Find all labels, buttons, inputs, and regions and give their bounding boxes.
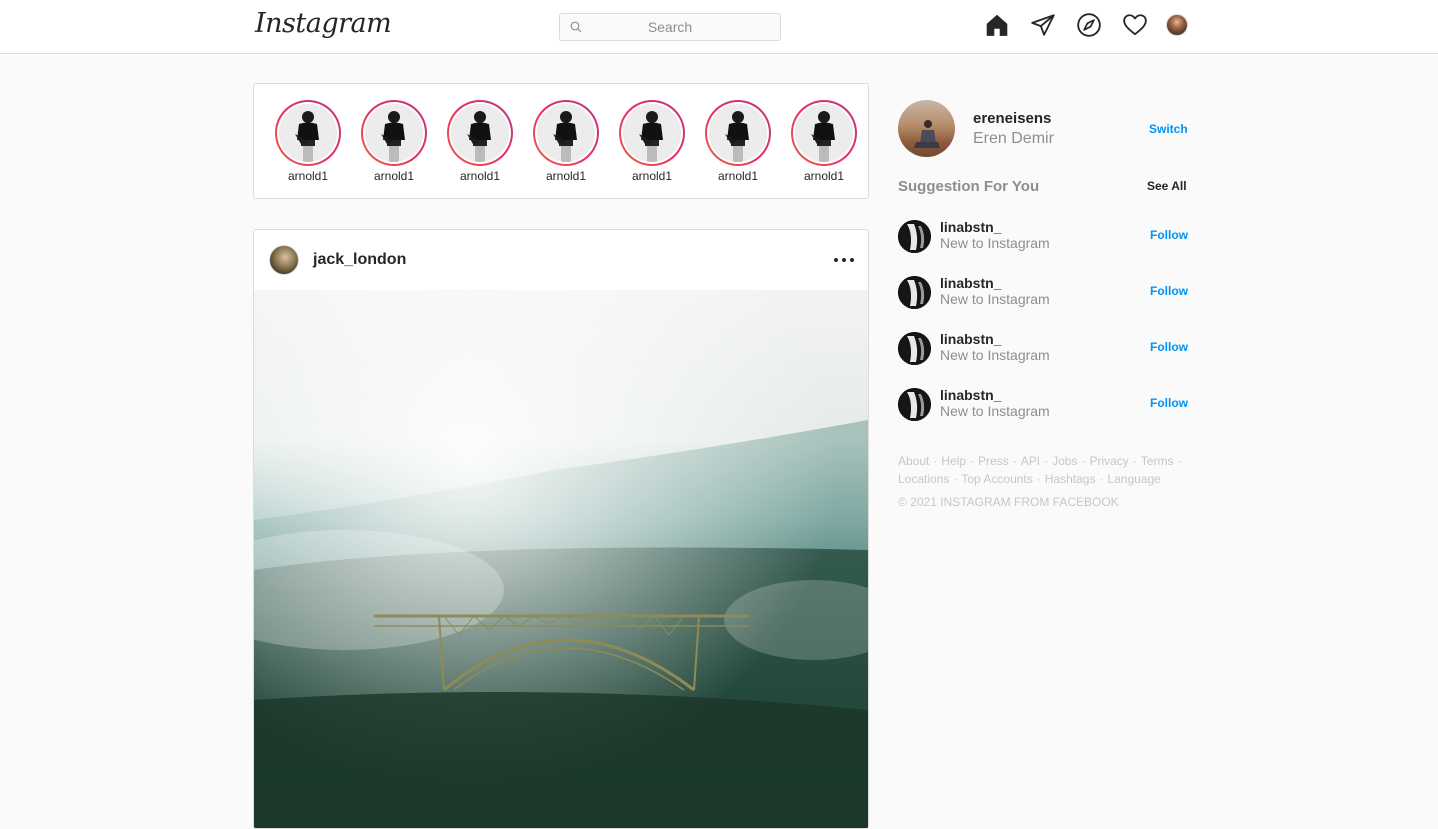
suggestion-avatar[interactable] xyxy=(898,276,931,309)
post-header: jack_london xyxy=(254,230,868,290)
post-author-username[interactable]: jack_london xyxy=(313,251,406,269)
suggestion-subtitle: New to Instagram xyxy=(940,291,1050,307)
follow-button[interactable]: Follow xyxy=(1150,284,1188,298)
footer-links: About · Help · Press · API · Jobs · Privacy · Terms ·… xyxy=(898,454,1182,486)
follow-button[interactable]: Follow xyxy=(1150,340,1188,354)
switch-account-button[interactable]: Switch xyxy=(1149,122,1188,136)
story-item[interactable]: arnold1 xyxy=(360,100,428,183)
compass-icon[interactable] xyxy=(1076,12,1102,38)
more-dots-icon[interactable] xyxy=(832,252,856,268)
suggestion-subtitle: New to Instagram xyxy=(940,347,1050,363)
suggestion-subtitle: New to Instagram xyxy=(940,403,1050,419)
suggestion-username[interactable]: linabstn_ xyxy=(940,275,1001,291)
story-username: arnold1 xyxy=(631,169,673,183)
see-all-button[interactable]: See All xyxy=(1147,179,1187,193)
story-avatar xyxy=(365,104,423,162)
current-user-username[interactable]: ereneisens xyxy=(973,110,1051,127)
suggestion-subtitle: New to Instagram xyxy=(940,235,1050,251)
paper-plane-icon[interactable] xyxy=(1030,12,1056,38)
footer-link-top-accounts[interactable]: Top Accounts xyxy=(961,472,1032,486)
footer-link-privacy[interactable]: Privacy xyxy=(1089,454,1128,468)
story-avatar xyxy=(537,104,595,162)
instagram-logo[interactable]: Instagram xyxy=(255,8,392,39)
search-icon xyxy=(570,21,582,33)
footer-link-press[interactable]: Press xyxy=(978,454,1009,468)
story-avatar xyxy=(623,104,681,162)
search-input[interactable] xyxy=(560,14,780,40)
post-image[interactable] xyxy=(254,290,868,828)
story-username: arnold1 xyxy=(545,169,587,183)
footer-link-locations[interactable]: Locations xyxy=(898,472,949,486)
follow-button[interactable]: Follow xyxy=(1150,396,1188,410)
top-navigation-bar: Instagram xyxy=(0,0,1438,54)
footer-link-api[interactable]: API xyxy=(1021,454,1040,468)
story-item[interactable]: arnold1 xyxy=(532,100,600,183)
profile-avatar[interactable] xyxy=(1166,14,1188,36)
story-username: arnold1 xyxy=(373,169,415,183)
post-author-avatar[interactable] xyxy=(269,245,299,275)
footer-link-help[interactable]: Help xyxy=(941,454,966,468)
story-avatar xyxy=(451,104,509,162)
story-item[interactable]: arnold1 xyxy=(446,100,514,183)
suggestion-item: linabstn_ New to Instagram Follow xyxy=(898,330,1188,370)
follow-button[interactable]: Follow xyxy=(1150,228,1188,242)
story-item[interactable]: arnold1 xyxy=(618,100,686,183)
story-item[interactable]: arnold1 xyxy=(704,100,772,183)
story-username: arnold1 xyxy=(717,169,759,183)
suggestion-avatar[interactable] xyxy=(898,332,931,365)
home-icon[interactable] xyxy=(984,12,1010,38)
story-item[interactable]: arnold1 xyxy=(790,100,858,183)
heart-icon[interactable] xyxy=(1122,12,1148,38)
footer-link-language[interactable]: Language xyxy=(1107,472,1160,486)
suggestion-avatar[interactable] xyxy=(898,220,931,253)
footer-link-terms[interactable]: Terms xyxy=(1141,454,1174,468)
suggestion-username[interactable]: linabstn_ xyxy=(940,387,1001,403)
feed-post: jack_london xyxy=(253,229,869,829)
stories-tray: arnold1 arnold1 arnold1 arnold1 arnold1 … xyxy=(253,83,869,199)
footer-link-about[interactable]: About xyxy=(898,454,929,468)
story-avatar xyxy=(795,104,853,162)
story-username: arnold1 xyxy=(287,169,329,183)
suggestion-username[interactable]: linabstn_ xyxy=(940,331,1001,347)
search-box[interactable] xyxy=(559,13,781,41)
story-username: arnold1 xyxy=(803,169,845,183)
story-username: arnold1 xyxy=(459,169,501,183)
copyright-text: © 2021 INSTAGRAM FROM FACEBOOK xyxy=(898,495,1119,509)
suggestion-username[interactable]: linabstn_ xyxy=(940,219,1001,235)
footer-link-jobs[interactable]: Jobs xyxy=(1052,454,1077,468)
suggestion-item: linabstn_ New to Instagram Follow xyxy=(898,386,1188,426)
suggestion-avatar[interactable] xyxy=(898,388,931,421)
suggestions-title: Suggestion For You xyxy=(898,178,1040,195)
story-avatar xyxy=(709,104,767,162)
story-avatar xyxy=(279,104,337,162)
footer-link-hashtags[interactable]: Hashtags xyxy=(1045,472,1096,486)
current-user-avatar[interactable] xyxy=(898,100,955,157)
story-item[interactable]: arnold1 xyxy=(274,100,342,183)
suggestion-item: linabstn_ New to Instagram Follow xyxy=(898,218,1188,258)
current-user-fullname: Eren Demir xyxy=(973,130,1054,147)
suggestion-item: linabstn_ New to Instagram Follow xyxy=(898,274,1188,314)
